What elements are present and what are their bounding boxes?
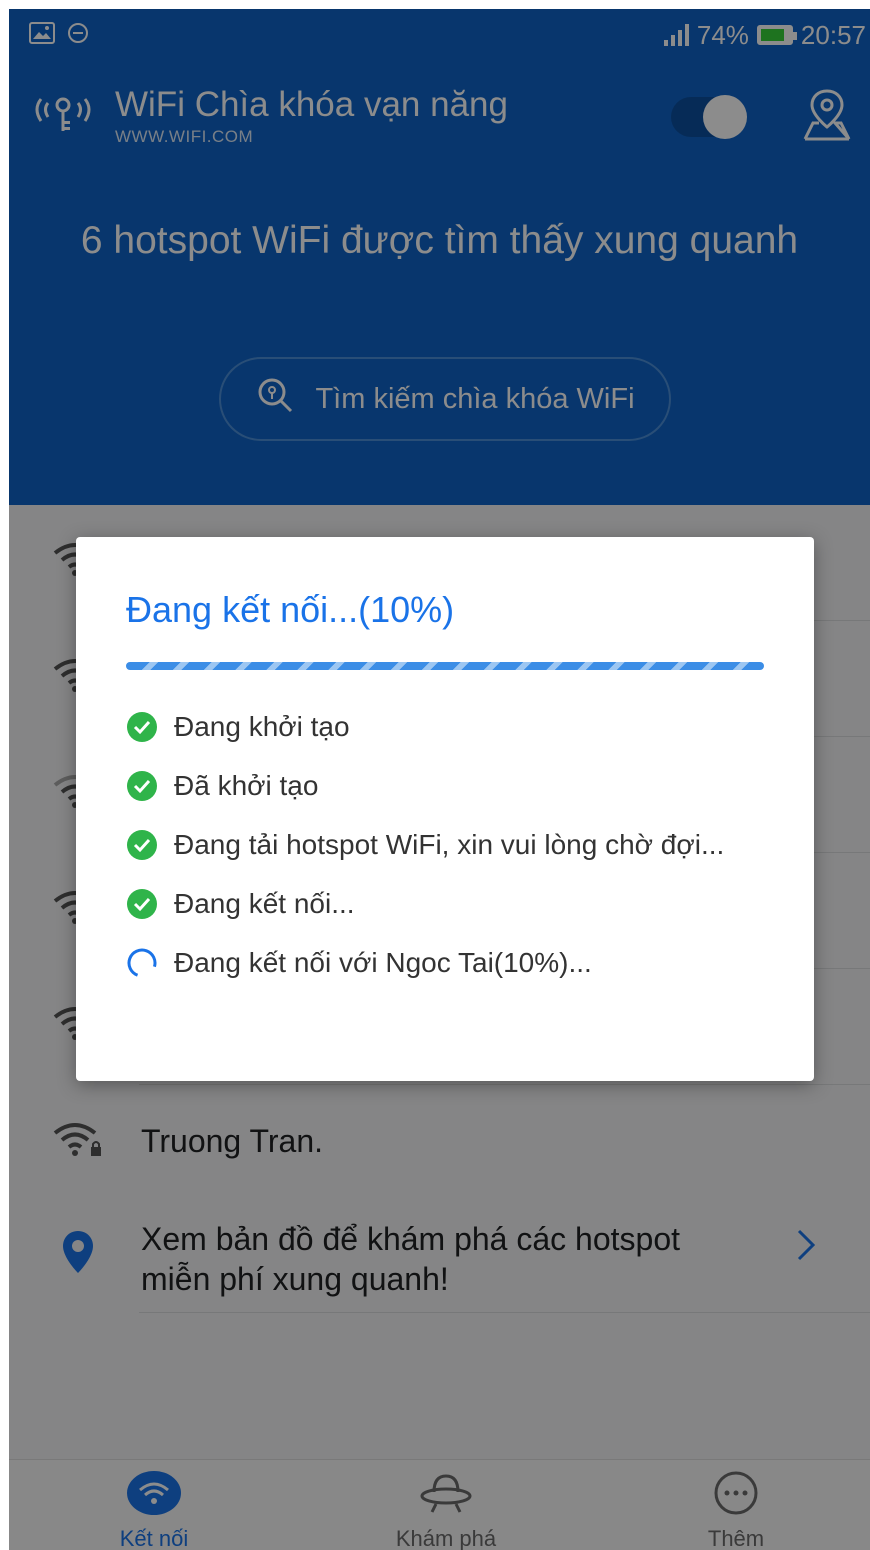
step-item: Đang kết nối... bbox=[126, 874, 786, 933]
loading-spinner-icon bbox=[127, 948, 157, 977]
check-circle-icon bbox=[127, 711, 157, 742]
step-item: Đang kết nối với Ngoc Tai(10%)... bbox=[126, 933, 786, 992]
step-text: Đã khởi tạo bbox=[174, 769, 319, 801]
step-text: Đang khởi tạo bbox=[174, 710, 350, 742]
progress-bar bbox=[126, 662, 764, 670]
step-item: Đã khởi tạo bbox=[126, 756, 786, 815]
step-item: Đang tải hotspot WiFi, xin vui lòng chờ … bbox=[126, 815, 786, 874]
step-text: Đang kết nối với Ngoc Tai(10%)... bbox=[174, 946, 592, 978]
connection-steps: Đang khởi tạo Đã khởi tạo Đang tải hotsp… bbox=[126, 697, 786, 992]
check-circle-icon bbox=[127, 770, 157, 801]
step-item: Đang khởi tạo bbox=[126, 697, 786, 756]
step-text: Đang kết nối... bbox=[174, 887, 355, 919]
dialog-title: Đang kết nối...(10%) bbox=[126, 589, 455, 630]
check-circle-icon bbox=[127, 829, 157, 860]
connecting-dialog: Đang kết nối...(10%) Đang khởi tạo Đã kh… bbox=[76, 537, 814, 1081]
check-circle-icon bbox=[127, 888, 157, 919]
screen: 74% 20:57 WiFi Chìa khóa vạn năng WWW.WI… bbox=[9, 9, 870, 1550]
step-text: Đang tải hotspot WiFi, xin vui lòng chờ … bbox=[174, 828, 725, 860]
